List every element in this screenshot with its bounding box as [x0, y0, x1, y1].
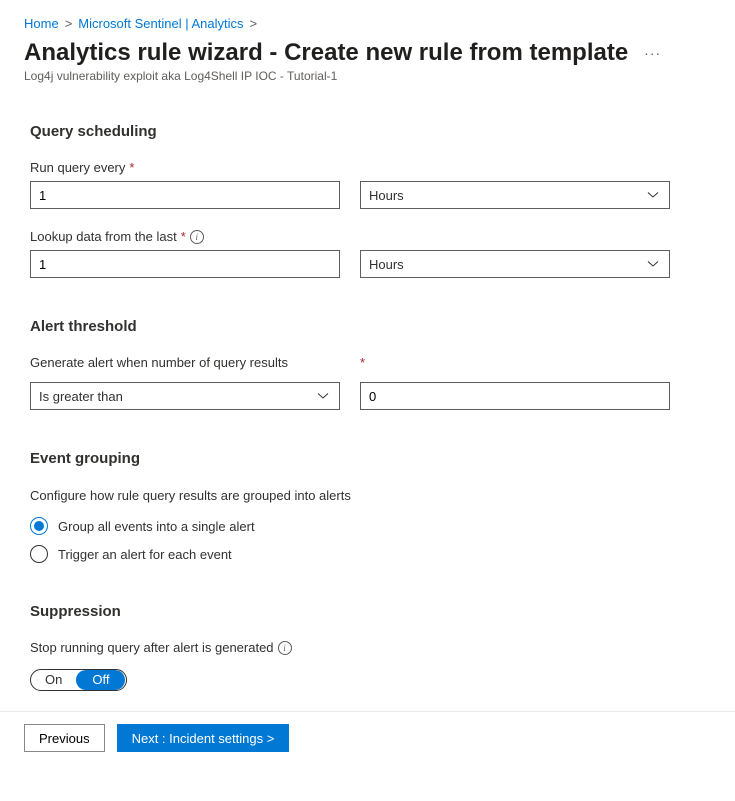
lookup-data-input[interactable] [30, 250, 340, 278]
next-button[interactable]: Next : Incident settings > [117, 724, 290, 752]
event-grouping-section: Event grouping Configure how rule query … [30, 450, 711, 563]
event-grouping-heading: Event grouping [30, 450, 711, 467]
required-indicator: * [129, 160, 134, 175]
page-subtitle: Log4j vulnerability exploit aka Log4Shel… [24, 69, 711, 83]
run-query-every-input[interactable] [30, 181, 340, 209]
toggle-off-label: Off [76, 670, 125, 690]
required-indicator: * [181, 229, 186, 244]
page-title: Analytics rule wizard - Create new rule … [24, 39, 628, 67]
more-actions-button[interactable]: ··· [640, 45, 665, 61]
run-query-every-unit-select[interactable]: Hours [360, 181, 670, 209]
required-indicator: * [360, 355, 365, 370]
radio-icon [30, 545, 48, 563]
radio-trigger-each[interactable]: Trigger an alert for each event [30, 545, 711, 563]
suppression-label: Stop running query after alert is genera… [30, 640, 711, 655]
alert-threshold-section: Alert threshold Generate alert when numb… [30, 318, 711, 410]
chevron-down-icon [647, 191, 659, 199]
chevron-right-icon: > [65, 16, 73, 31]
breadcrumb: Home > Microsoft Sentinel | Analytics > [24, 16, 711, 31]
suppression-toggle[interactable]: On Off [30, 669, 127, 691]
threshold-operator-select[interactable]: Is greater than [30, 382, 340, 410]
chevron-right-icon: > [250, 16, 258, 31]
event-grouping-desc: Configure how rule query results are gro… [30, 487, 360, 505]
radio-group-all[interactable]: Group all events into a single alert [30, 517, 711, 535]
info-icon[interactable]: i [278, 641, 292, 655]
info-icon[interactable]: i [190, 230, 204, 244]
toggle-on-label: On [31, 670, 76, 690]
suppression-section: Suppression Stop running query after ale… [30, 603, 711, 691]
run-query-every-label: Run query every * [30, 160, 711, 175]
threshold-value-input[interactable] [360, 382, 670, 410]
lookup-label: Lookup data from the last * i [30, 229, 711, 244]
previous-button[interactable]: Previous [24, 724, 105, 752]
alert-threshold-heading: Alert threshold [30, 318, 711, 335]
breadcrumb-sentinel[interactable]: Microsoft Sentinel | Analytics [78, 16, 243, 31]
radio-icon [30, 517, 48, 535]
threshold-label: Generate alert when number of query resu… [30, 355, 340, 370]
lookup-unit-select[interactable]: Hours [360, 250, 670, 278]
query-scheduling-heading: Query scheduling [30, 123, 711, 140]
breadcrumb-home[interactable]: Home [24, 16, 59, 31]
suppression-heading: Suppression [30, 603, 711, 620]
query-scheduling-section: Query scheduling Run query every * Hours [30, 123, 711, 278]
footer: Previous Next : Incident settings > [0, 711, 735, 770]
chevron-down-icon [647, 260, 659, 268]
chevron-down-icon [317, 392, 329, 400]
